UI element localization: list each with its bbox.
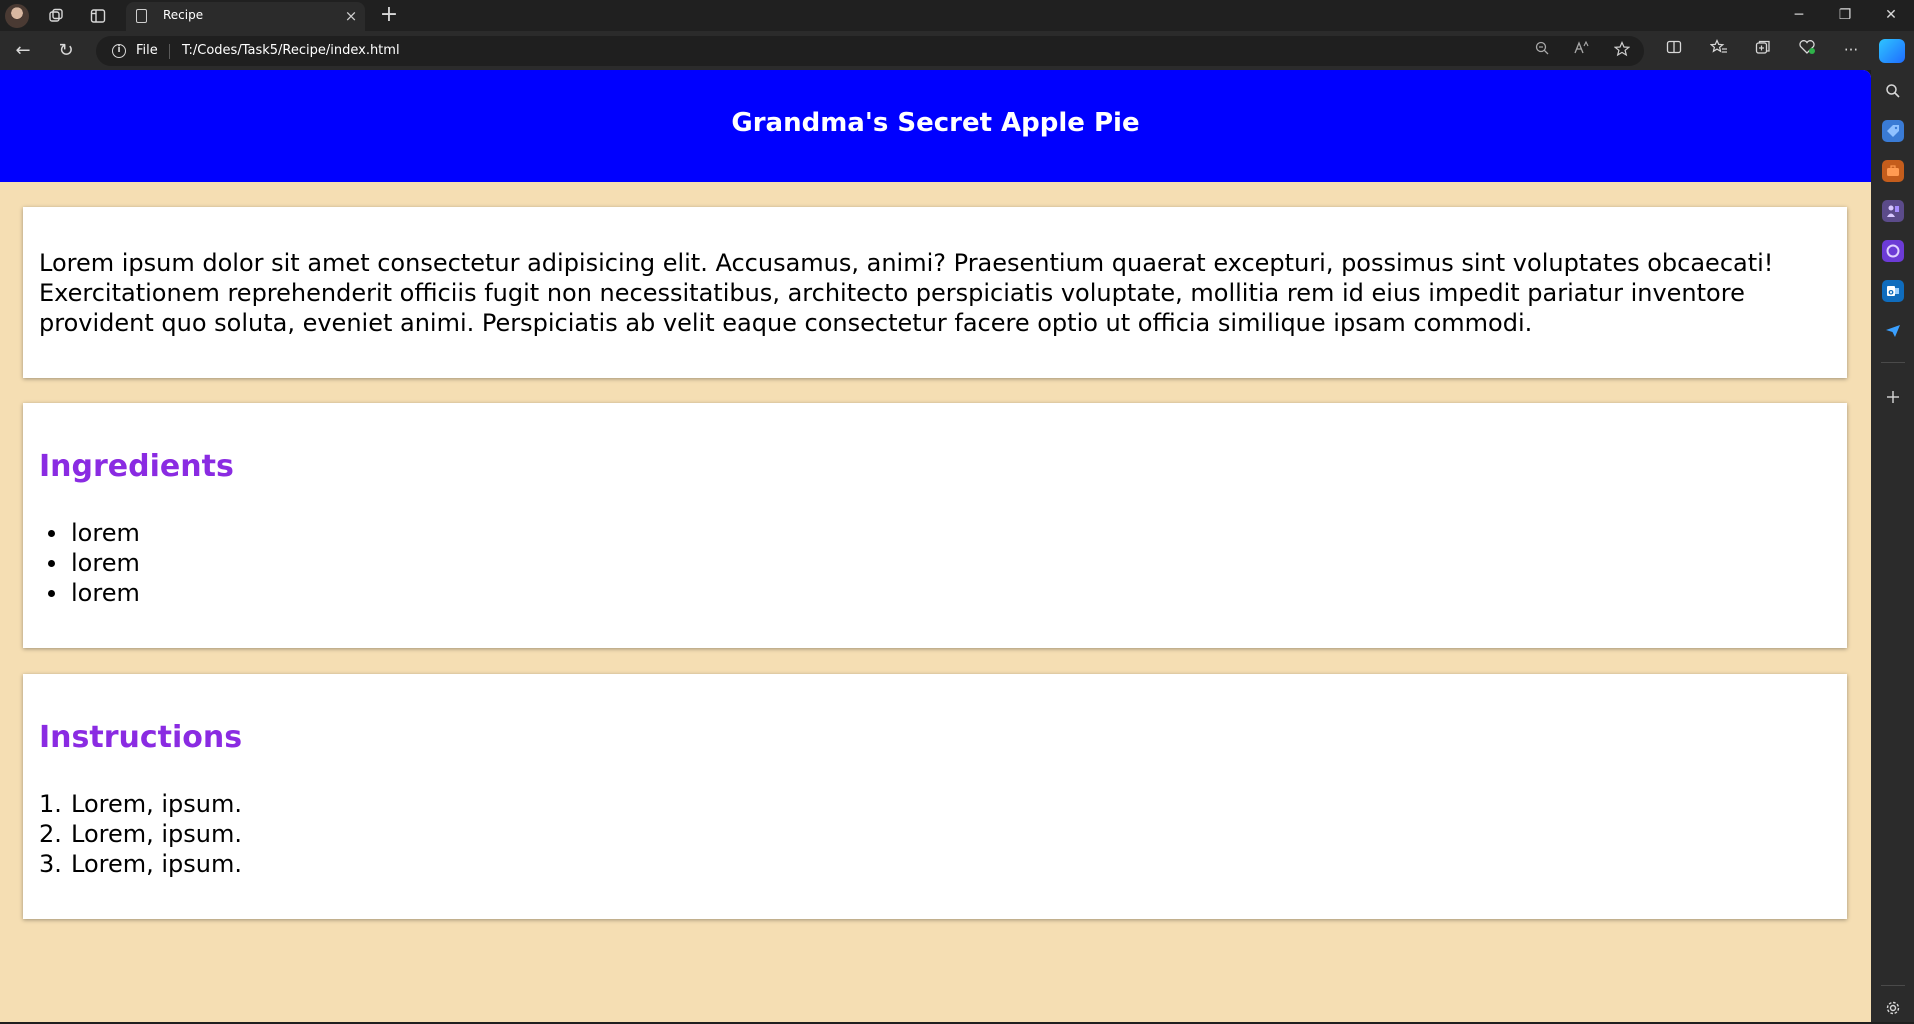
close-window-button[interactable]: ✕ [1868,0,1914,31]
instructions-card: Instructions 1. Lorem, ipsum. 2. Lorem, ip… [23,674,1847,919]
minimize-button[interactable]: ─ [1776,0,1822,31]
zoom-out-icon[interactable] [1532,41,1552,61]
sidebar-divider [1881,985,1905,986]
tab-title: Recipe [163,8,204,22]
add-icon[interactable] [1882,386,1904,408]
ingredient-text: lorem [71,579,140,607]
workspaces-icon[interactable] [44,4,68,28]
list-item: lorem [39,578,140,608]
ingredient-text: lorem [71,549,140,577]
browser-essentials-icon[interactable] [1795,38,1819,62]
step-number: 3. [39,850,62,878]
step-text: Lorem, ipsum. [71,820,242,848]
step-number: 2. [39,820,62,848]
read-aloud-icon[interactable] [1572,40,1592,61]
search-icon[interactable] [1882,80,1904,102]
send-icon[interactable] [1882,320,1904,342]
step-text: Lorem, ipsum. [71,850,242,878]
step-text: Lorem, ipsum. [71,790,242,818]
ingredients-list: lorem lorem lorem [39,518,140,608]
split-screen-icon[interactable] [1662,38,1686,62]
instructions-list: 1. Lorem, ipsum. 2. Lorem, ipsum. 3. Lorem,… [39,789,242,879]
site-header: Grandma's Secret Apple Pie [0,70,1871,182]
intro-paragraph: Lorem ipsum dolor sit amet consectetur a… [39,249,1774,337]
outlook-icon[interactable]: o [1882,280,1904,302]
ingredients-heading: Ingredients [39,449,234,484]
office-icon[interactable] [1882,240,1904,262]
browser-toolbar: ← ↻ i File T:/Codes/Task5/Recipe/index.h… [0,31,1914,70]
info-icon[interactable]: i [112,44,126,58]
bullet-icon [48,560,55,567]
address-bar[interactable]: i File T:/Codes/Task5/Recipe/index.html [96,36,1644,66]
page-viewport: Grandma's Secret Apple Pie Lorem ipsum d… [0,70,1871,1022]
list-item: lorem [39,518,140,548]
ingredient-text: lorem [71,519,140,547]
list-item: lorem [39,548,140,578]
close-tab-icon[interactable]: × [342,7,360,25]
list-item: 3. Lorem, ipsum. [39,849,242,879]
site-info-label[interactable]: File [136,43,158,58]
list-item: 1. Lorem, ipsum. [39,789,242,819]
back-button[interactable]: ← [10,38,36,64]
bullet-icon [48,530,55,537]
collections-icon[interactable] [1751,38,1775,62]
tab-recipe[interactable]: Recipe × [126,2,365,31]
bullet-icon [48,590,55,597]
new-tab-button[interactable]: + [377,3,401,27]
url-text[interactable]: T:/Codes/Task5/Recipe/index.html [182,43,400,58]
page-title: Grandma's Secret Apple Pie [731,108,1140,138]
address-separator [169,44,170,59]
favorites-icon[interactable] [1707,38,1731,62]
svg-text:o: o [1888,288,1894,297]
more-options-icon[interactable]: ··· [1839,38,1863,62]
sidebar-settings-icon[interactable] [1882,997,1904,1019]
ingredients-card: Ingredients lorem lorem lorem [23,403,1847,648]
games-icon[interactable] [1882,200,1904,222]
favorite-star-icon[interactable] [1612,41,1632,61]
copilot-icon[interactable] [1879,39,1905,63]
reload-button[interactable]: ↻ [53,38,79,64]
document-icon [136,9,147,23]
tools-briefcase-icon[interactable] [1882,160,1904,182]
sidebar-divider [1881,362,1905,363]
edge-sidebar: o [1871,70,1914,1022]
list-item: 2. Lorem, ipsum. [39,819,242,849]
shopping-tag-icon[interactable] [1882,120,1904,142]
intro-card: Lorem ipsum dolor sit amet consectetur a… [23,207,1847,378]
restore-button[interactable]: ❐ [1822,0,1868,31]
step-number: 1. [39,790,62,818]
title-bar: Recipe × + ─ ❐ ✕ [0,0,1914,31]
instructions-heading: Instructions [39,720,243,755]
profile-avatar[interactable] [5,4,29,28]
vertical-tabs-icon[interactable] [86,4,110,28]
